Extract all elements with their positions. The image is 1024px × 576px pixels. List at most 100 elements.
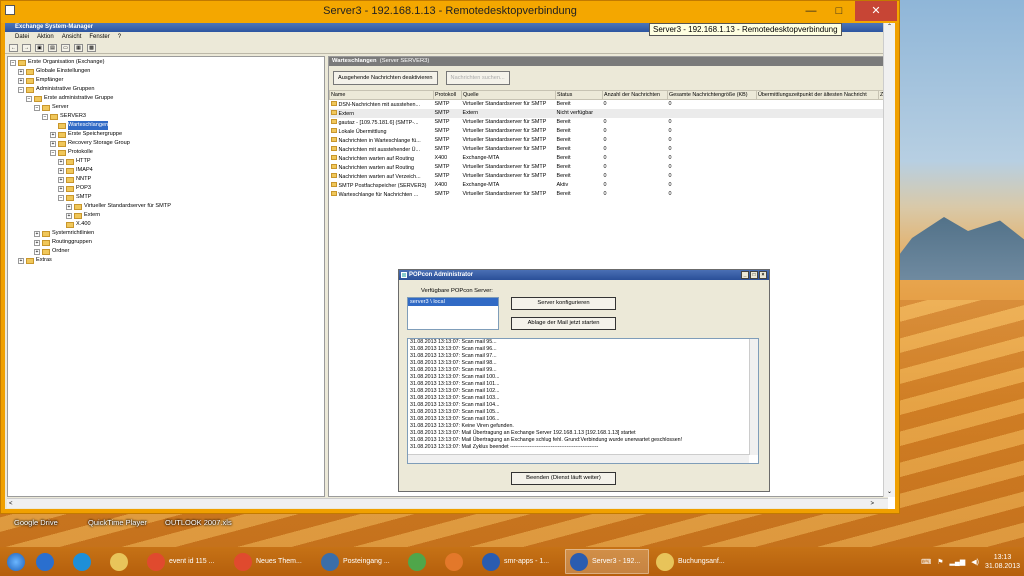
quit-button[interactable]: Beenden (Dienst läuft weiter) <box>511 472 616 485</box>
taskbar-button[interactable]: Server3 - 192... <box>565 549 649 574</box>
tree-item[interactable]: − SMTP <box>8 193 324 202</box>
tree-toggle-icon[interactable]: ▤ <box>48 43 57 52</box>
server-list[interactable]: server3 \ local <box>407 297 499 330</box>
column-header[interactable]: Gesamte Nachrichtengröße (KB) <box>667 90 757 100</box>
expand-icon[interactable]: + <box>50 140 56 147</box>
collapse-icon[interactable]: − <box>50 149 56 156</box>
table-row[interactable]: DSN-Nachrichten mit ausstehen... SMTP Virt… <box>330 100 889 109</box>
close-button[interactable]: ✕ <box>855 1 897 21</box>
expand-icon[interactable]: + <box>66 212 72 219</box>
dialog-minimize-button[interactable]: _ <box>741 271 749 279</box>
expand-icon[interactable]: + <box>58 158 64 165</box>
tree-item[interactable]: − Protokolle <box>8 148 324 157</box>
tree-item[interactable]: − Server <box>8 103 324 112</box>
desktop-icon-google-drive[interactable]: Google Drive <box>14 518 58 527</box>
tree-item[interactable]: + Systemrichtlinien <box>8 229 324 238</box>
table-row[interactable]: Nachrichten warten auf Routing X400 Exchan… <box>330 154 889 163</box>
log-output[interactable]: 31.08.2013 13:13:07: Scan mail 95... 31.0… <box>407 338 759 464</box>
scroll-down-icon[interactable]: ⌄ <box>884 488 895 495</box>
tree-item[interactable]: X.400 <box>8 220 324 229</box>
taskbar-button[interactable]: Posteingang ... <box>317 549 401 574</box>
column-header[interactable]: Quelle <box>461 90 556 100</box>
expand-icon[interactable]: + <box>58 167 64 174</box>
dialog-titlebar[interactable]: POPcon Administrator _ □ × <box>399 270 769 280</box>
tree-item[interactable]: + Ordner <box>8 247 324 256</box>
up-folder-icon[interactable]: ▣ <box>35 43 44 52</box>
tree-item[interactable]: Warteschlangen <box>8 121 324 130</box>
table-row[interactable]: gautaz - [109.75.181.6] (SMTP-... SMTP Vir… <box>330 118 889 127</box>
configure-server-button[interactable]: Server konfigurieren <box>511 297 616 310</box>
rdp-titlebar[interactable]: Server3 - 192.168.1.13 - Remotedesktopve… <box>1 1 899 23</box>
menu-item[interactable]: Ansicht <box>62 32 82 42</box>
expand-icon[interactable]: + <box>18 68 24 75</box>
maximize-button[interactable]: □ <box>825 1 853 21</box>
table-row[interactable]: Nachrichten warten auf Routing SMTP Virtue… <box>330 163 889 172</box>
table-row[interactable]: Nachrichten warten auf Verzeich... SMTP Vi… <box>330 172 889 181</box>
tree-item[interactable]: − Administrative Gruppen <box>8 85 324 94</box>
collapse-icon[interactable]: − <box>34 104 40 111</box>
taskbar-button[interactable] <box>32 549 66 574</box>
taskbar-button[interactable] <box>404 549 438 574</box>
flag-icon[interactable]: ⚑ <box>937 558 943 566</box>
expand-icon[interactable]: + <box>34 230 40 237</box>
start-mail-delivery-button[interactable]: Ablage der Mail jetzt starten <box>511 317 616 330</box>
column-header[interactable]: Name <box>329 90 434 100</box>
table-row[interactable]: Nachrichten mit ausstehender Ü... SMTP Vir… <box>330 145 889 154</box>
tree-item[interactable]: + Extern <box>8 211 324 220</box>
expand-icon[interactable]: + <box>66 203 72 210</box>
scroll-right-icon[interactable]: > <box>870 499 874 509</box>
expand-icon[interactable]: + <box>18 257 24 264</box>
collapse-icon[interactable]: − <box>10 59 16 66</box>
properties-icon[interactable]: ▦ <box>74 43 83 52</box>
expand-icon[interactable]: + <box>34 239 40 246</box>
horizontal-scrollbar[interactable]: < > <box>7 498 888 508</box>
help-icon[interactable]: ▩ <box>87 43 96 52</box>
expand-icon[interactable]: + <box>18 77 24 84</box>
expand-icon[interactable]: + <box>58 176 64 183</box>
collapse-icon[interactable]: − <box>42 113 48 120</box>
menu-item[interactable]: Datei <box>15 32 29 42</box>
network-icon[interactable]: ▂▄▆ <box>950 558 966 566</box>
table-row[interactable]: Extern SMTP Extern Nicht verfügbar <box>329 108 889 118</box>
tree-item[interactable]: + Globale Einstellungen <box>8 67 324 76</box>
taskbar-button[interactable]: Buchungsanf... <box>652 549 736 574</box>
collapse-icon[interactable]: − <box>58 194 64 201</box>
tree-item[interactable]: + Erste Speichergruppe <box>8 130 324 139</box>
disable-outgoing-button[interactable]: Ausgehende Nachrichten deaktivieren <box>333 71 438 85</box>
expand-icon[interactable]: + <box>58 185 64 192</box>
table-row[interactable]: SMTP Postfachspeicher (SERVER3) X400 Excha… <box>330 181 889 190</box>
find-messages-button[interactable]: Nachrichten suchen... <box>445 71 510 85</box>
taskbar-button[interactable] <box>441 549 475 574</box>
menu-item[interactable]: Fenster <box>89 32 109 42</box>
column-header[interactable]: Protokoll <box>433 90 462 100</box>
expand-icon[interactable]: + <box>34 248 40 255</box>
tree-item[interactable]: + Empfänger <box>8 76 324 85</box>
tree-item[interactable]: + NNTP <box>8 175 324 184</box>
start-button[interactable] <box>3 549 29 574</box>
tree-item[interactable]: − Erste administrative Gruppe <box>8 94 324 103</box>
tree-item[interactable]: − SERVER3 <box>8 112 324 121</box>
forward-icon[interactable]: → <box>22 43 31 52</box>
clock[interactable]: 13:13 31.08.2013 <box>985 553 1020 571</box>
tree-item[interactable]: + Routinggruppen <box>8 238 324 247</box>
taskbar-button[interactable]: event id 115 ... <box>143 549 227 574</box>
table-row[interactable]: Lokale Übermittlung SMTP Virtueller Standa… <box>330 127 889 136</box>
tree-item[interactable]: + POP3 <box>8 184 324 193</box>
keyboard-icon[interactable]: ⌨ <box>921 558 931 566</box>
desktop-icon-quicktime[interactable]: QuickTime Player <box>88 518 147 527</box>
column-header[interactable]: Übermittlungszeitpunkt der ältesten Nach… <box>756 90 879 100</box>
export-icon[interactable]: ▭ <box>61 43 70 52</box>
collapse-icon[interactable]: − <box>18 86 24 93</box>
taskbar-button[interactable]: smr-apps - 1... <box>478 549 562 574</box>
taskbar-button[interactable]: Neues Them... <box>230 549 314 574</box>
log-vscroll[interactable] <box>749 339 758 455</box>
taskbar-button[interactable] <box>106 549 140 574</box>
tree-item[interactable]: − Erste Organisation (Exchange) <box>8 58 324 67</box>
tree-item[interactable]: + Extras <box>8 256 324 265</box>
expand-icon[interactable]: + <box>50 131 56 138</box>
table-row[interactable]: Warteschlange für Nachrichten ... SMTP Vir… <box>330 190 889 199</box>
vertical-scrollbar[interactable]: ⌃ ⌄ <box>883 23 895 497</box>
collapse-icon[interactable]: − <box>26 95 32 102</box>
server-list-item[interactable]: server3 \ local <box>408 298 498 306</box>
tree-item[interactable]: + Recovery Storage Group <box>8 139 324 148</box>
